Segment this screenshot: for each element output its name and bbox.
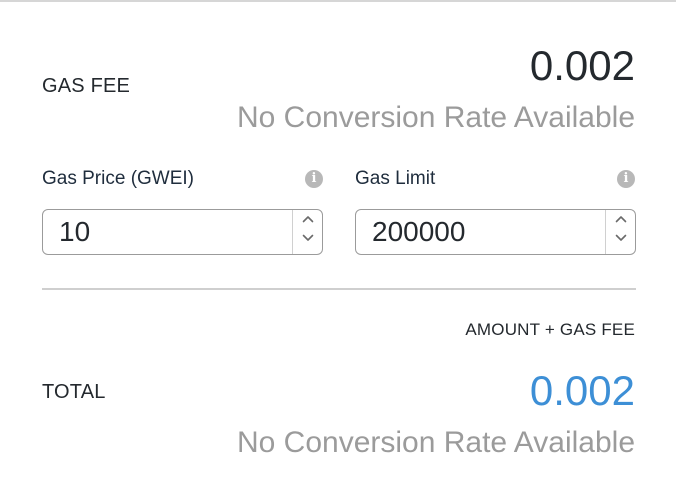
gas-limit-field (355, 209, 636, 255)
gas-price-info-icon[interactable]: i (305, 170, 323, 188)
gas-limit-label: Gas Limit (355, 168, 436, 189)
chevron-down-icon (615, 234, 626, 241)
total-conversion-text: No Conversion Rate Available (236, 426, 635, 459)
gas-limit-input[interactable] (356, 210, 606, 254)
gas-price-stepper[interactable] (292, 210, 322, 254)
chevron-down-icon (302, 234, 313, 241)
gas-price-field (42, 209, 323, 255)
chevron-up-icon (615, 216, 626, 223)
gas-limit-decrement-button[interactable] (606, 234, 635, 256)
section-divider (42, 288, 636, 290)
gas-price-label: Gas Price (GWEI) (42, 168, 195, 189)
gas-price-decrement-button[interactable] (293, 234, 322, 256)
chevron-up-icon (302, 216, 313, 223)
amount-plus-gas-fee-label: AMOUNT + GAS FEE (465, 320, 635, 339)
gas-limit-stepper[interactable] (605, 210, 635, 254)
gas-price-input[interactable] (43, 210, 293, 254)
gas-fee-conversion-text: No Conversion Rate Available (236, 101, 635, 134)
total-label: TOTAL (42, 381, 106, 403)
gas-fee-value: 0.002 (529, 42, 635, 89)
gas-fee-panel: GAS FEE 0.002 No Conversion Rate Availab… (0, 0, 676, 488)
total-value: 0.002 (529, 367, 635, 414)
gas-fee-label: GAS FEE (42, 75, 131, 97)
gas-limit-info-icon[interactable]: i (617, 170, 635, 188)
